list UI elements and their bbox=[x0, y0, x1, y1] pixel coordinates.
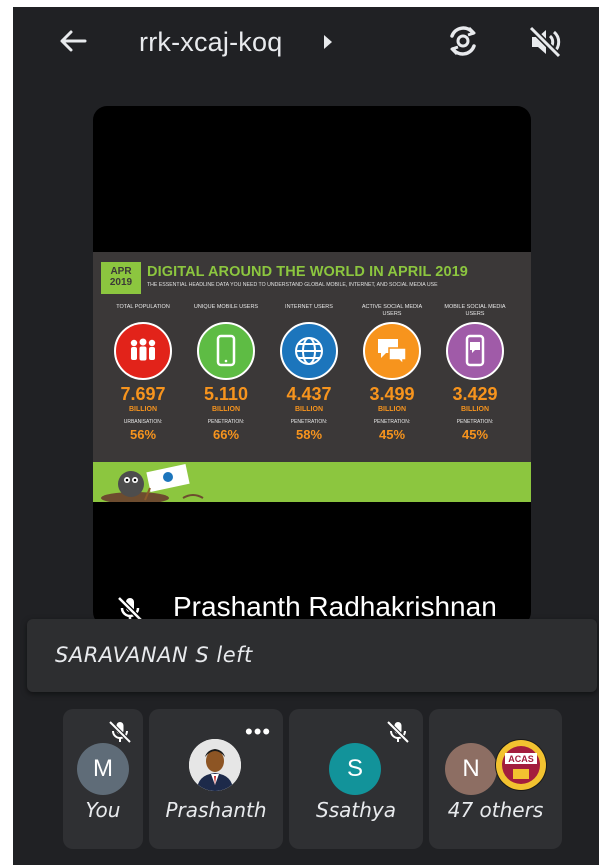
stat-mobile-social-users: MOBILE SOCIAL MEDIA USERS 3.429 BILLION … bbox=[435, 304, 515, 442]
svg-text:ACAS: ACAS bbox=[508, 754, 534, 764]
stat-internet-users: INTERNET USERS 4.437 BILLION PENETRATION… bbox=[269, 304, 349, 442]
slide-footer-band bbox=[93, 462, 531, 504]
stat-social-media-users: ACTIVE SOCIAL MEDIA USERS 3.499 BILLION … bbox=[352, 304, 432, 442]
people-icon bbox=[114, 322, 172, 380]
avatar bbox=[189, 739, 241, 791]
stat-sublabel: PENETRATION: bbox=[207, 419, 245, 425]
mic-off-icon bbox=[108, 720, 132, 744]
back-arrow-icon[interactable] bbox=[57, 25, 89, 57]
slide-subtitle: THE ESSENTIAL HEADLINE DATA YOU NEED TO … bbox=[147, 282, 438, 288]
speaker-off-icon[interactable] bbox=[527, 24, 563, 60]
acas-logo-avatar: ACAS bbox=[495, 739, 547, 791]
participant-tile-you[interactable]: M You bbox=[63, 709, 143, 849]
participant-name: You bbox=[85, 798, 121, 822]
stat-label: UNIQUE MOBILE USERS bbox=[193, 304, 259, 310]
mascot-illustration bbox=[101, 464, 204, 504]
stat-label: INTERNET USERS bbox=[285, 304, 333, 310]
avatar: S bbox=[329, 743, 381, 795]
stat-value: 3.499 bbox=[369, 384, 415, 404]
stat-sublabel: URBANISATION: bbox=[123, 419, 163, 425]
stat-percent: 66% bbox=[212, 427, 240, 442]
stat-value: 7.697 bbox=[120, 384, 166, 404]
acas-logo-icon: ACAS bbox=[496, 740, 546, 790]
switch-camera-icon[interactable] bbox=[445, 23, 481, 59]
stat-mobile-users: UNIQUE MOBILE USERS 5.110 BILLION PENETR… bbox=[186, 304, 266, 442]
stat-unit: BILLION bbox=[212, 406, 240, 413]
stat-percent: 45% bbox=[378, 427, 406, 442]
avatar: M bbox=[77, 743, 129, 795]
stat-sublabel: PENETRATION: bbox=[373, 419, 411, 425]
stat-unit: BILLION bbox=[129, 406, 157, 413]
mobile-chat-icon bbox=[446, 322, 504, 380]
stat-unit: BILLION bbox=[461, 406, 489, 413]
meeting-code[interactable]: rrk-xcaj-koq bbox=[139, 27, 282, 58]
globe-icon bbox=[280, 322, 338, 380]
participant-tile-prashanth[interactable]: ••• Prashanth bbox=[149, 709, 283, 849]
stat-percent: 45% bbox=[461, 427, 489, 442]
stat-percent: 56% bbox=[129, 427, 157, 442]
participant-name: Prashanth bbox=[165, 798, 267, 822]
stat-sublabel: PENETRATION: bbox=[290, 419, 328, 425]
slide-date-badge: APR 2019 bbox=[101, 262, 141, 294]
stat-unit: BILLION bbox=[378, 406, 406, 413]
stat-percent: 58% bbox=[295, 427, 323, 442]
participant-name: Ssathya bbox=[316, 798, 396, 822]
participant-tile-others[interactable]: N ACAS 47 others bbox=[429, 709, 562, 849]
stat-label: TOTAL POPULATION bbox=[116, 304, 170, 310]
stat-value: 5.110 bbox=[203, 384, 249, 404]
stat-total-population: TOTAL POPULATION 7.697 BILLION URBANISAT… bbox=[103, 304, 183, 442]
main-video-tile[interactable]: APR 2019 DIGITAL AROUND THE WORLD IN APR… bbox=[93, 106, 531, 626]
participant-name: 47 others bbox=[447, 798, 544, 822]
stat-sublabel: PENETRATION: bbox=[456, 419, 494, 425]
top-bar: rrk-xcaj-koq bbox=[13, 7, 599, 77]
chat-bubbles-icon bbox=[363, 322, 421, 380]
meeting-screen: rrk-xcaj-koq APR 2019 DIGITAL AROUND THE… bbox=[13, 7, 599, 865]
mobile-phone-icon bbox=[197, 322, 255, 380]
stat-value: 4.437 bbox=[286, 384, 332, 404]
notification-toast: SARAVANAN S left bbox=[27, 619, 597, 692]
stat-label: ACTIVE SOCIAL MEDIA USERS bbox=[361, 304, 423, 317]
more-options-icon[interactable]: ••• bbox=[245, 721, 271, 743]
mic-off-icon bbox=[386, 720, 410, 744]
toast-text: SARAVANAN S left bbox=[55, 643, 253, 667]
stat-value: 3.429 bbox=[452, 384, 498, 404]
avatar: N bbox=[445, 743, 497, 795]
stat-label: MOBILE SOCIAL MEDIA USERS bbox=[444, 304, 506, 317]
participant-tile-ssathya[interactable]: S Ssathya bbox=[289, 709, 423, 849]
stat-unit: BILLION bbox=[295, 406, 323, 413]
slide-title: DIGITAL AROUND THE WORLD IN APRIL 2019 bbox=[147, 264, 468, 280]
caret-right-icon[interactable] bbox=[321, 33, 335, 51]
shared-slide: APR 2019 DIGITAL AROUND THE WORLD IN APR… bbox=[93, 252, 531, 504]
profile-photo-icon bbox=[189, 739, 241, 791]
